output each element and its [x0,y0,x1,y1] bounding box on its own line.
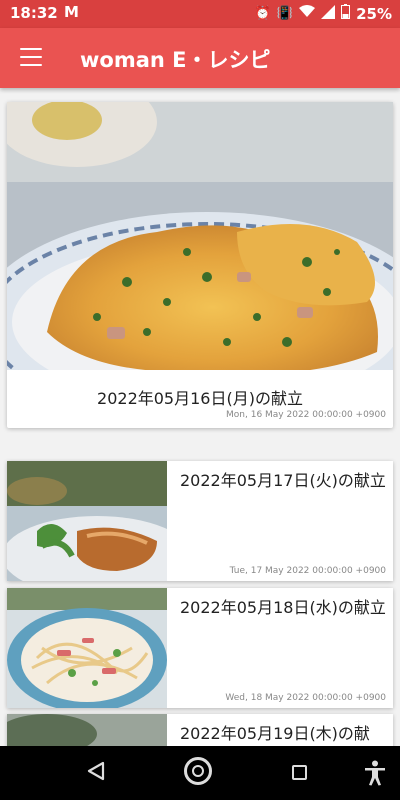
recipe-image [7,588,167,708]
home-icon[interactable] [184,757,212,785]
status-bar: 18:32 M ⏰ 📳 25% [0,0,400,28]
recent-apps-icon[interactable] [292,765,307,780]
recipe-title: 2022年05月19日(木)の献 [180,724,370,743]
app-bar: woman E・レシピ [0,28,400,88]
recipe-title: 2022年05月17日(火)の献立 [180,471,386,490]
recipe-date: Wed, 18 May 2022 00:00:00 +0900 [225,693,386,703]
recipe-image [7,714,167,746]
list-item[interactable]: 2022年05月18日(水)の献立 Wed, 18 May 2022 00:00… [7,588,393,708]
featured-recipe-date: Mon, 16 May 2022 00:00:00 +0900 [226,410,386,420]
hamburger-menu-icon[interactable] [20,48,42,66]
gmail-icon: M [64,3,79,21]
system-nav-bar [0,746,400,800]
alarm-icon: ⏰ [254,6,271,21]
status-time: 18:32 [10,4,58,22]
recipe-title: 2022年05月18日(水)の献立 [180,598,386,617]
back-icon[interactable] [86,761,106,785]
recipe-date: Tue, 17 May 2022 00:00:00 +0900 [229,566,386,576]
battery-icon [341,4,351,24]
recipe-list[interactable]: 2022年05月16日(月)の献立 Mon, 16 May 2022 00:00… [0,88,400,746]
featured-recipe-title: 2022年05月16日(月)の献立 [97,389,303,408]
signal-icon [321,4,336,24]
app-title: woman E・レシピ [80,48,271,72]
list-item[interactable]: 2022年05月17日(火)の献立 Tue, 17 May 2022 00:00… [7,461,393,581]
status-icons: ⏰ 📳 25% [255,4,392,24]
list-item[interactable]: 2022年05月19日(木)の献 [7,714,393,746]
accessibility-icon[interactable] [364,760,386,790]
featured-recipe-card[interactable]: 2022年05月16日(月)の献立 Mon, 16 May 2022 00:00… [7,102,393,428]
battery-percent: 25% [356,5,392,23]
featured-recipe-image [7,102,393,370]
vibrate-icon: 📳 [276,6,294,21]
wifi-icon [299,5,316,23]
recipe-image [7,461,167,581]
